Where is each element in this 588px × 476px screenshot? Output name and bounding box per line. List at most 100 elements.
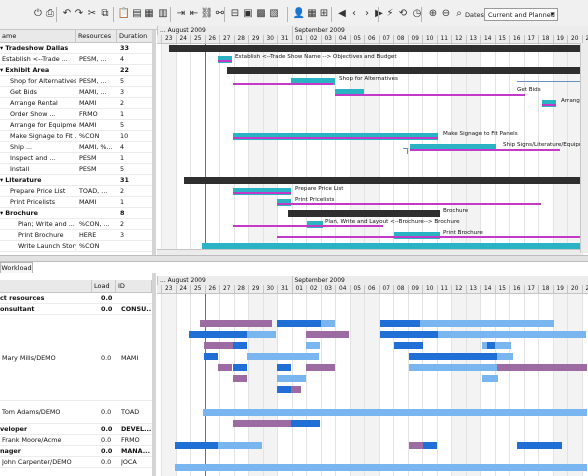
resource-row[interactable]: onsultant 0.0 CONSU...	[0, 304, 152, 315]
workload-bar[interactable]	[409, 364, 497, 371]
workload-bar[interactable]	[277, 386, 291, 393]
summary-bar[interactable]	[288, 210, 440, 217]
workload-bar[interactable]	[423, 442, 437, 449]
workload-bar[interactable]	[409, 442, 423, 449]
baseline-bar[interactable]	[335, 94, 525, 96]
task-icon[interactable]: ▤	[131, 8, 143, 20]
task-row[interactable]: Make Signage to Fit ... %CON 10	[0, 131, 152, 142]
workload-bar[interactable]	[380, 320, 420, 327]
expand-toggle-icon[interactable]: ▾	[0, 209, 3, 217]
next-icon[interactable]: ›	[361, 8, 373, 20]
workload-bar[interactable]	[306, 342, 320, 349]
baseline-bar[interactable]	[277, 236, 588, 238]
link-icon[interactable]: ⛓	[201, 8, 214, 20]
cut-icon[interactable]: ✂	[86, 8, 98, 20]
workload-bar[interactable]	[189, 331, 247, 338]
workload-bar[interactable]	[394, 342, 423, 349]
previous-icon[interactable]: ‹	[348, 8, 360, 20]
resource-row[interactable]: veloper 0.0 DEVEL...	[0, 424, 152, 435]
workload-bar[interactable]	[200, 320, 272, 327]
workload-bar[interactable]	[277, 364, 291, 371]
back-icon[interactable]: ◀	[336, 8, 348, 20]
task-row[interactable]: Get Bids MAMI, ... 3	[0, 87, 152, 98]
print-icon[interactable]: ⎙	[44, 8, 56, 20]
workload-bar[interactable]	[380, 331, 438, 338]
task-row[interactable]: Prepare Price List TOAD, ... 2	[0, 186, 152, 197]
resource-row[interactable]: Mary Mills/DEMO 0.0 MAMI	[0, 315, 152, 401]
workload-bar[interactable]	[175, 442, 218, 449]
workload-bar[interactable]	[175, 464, 587, 471]
insert-task-icon[interactable]: ▦	[143, 8, 155, 20]
workload-bar[interactable]	[204, 353, 218, 360]
column-header-resources[interactable]: Resources	[76, 30, 117, 43]
workload-bar[interactable]	[321, 320, 335, 327]
workload-bar[interactable]	[204, 342, 233, 349]
zoom-in-icon[interactable]: ⊕	[427, 8, 439, 20]
notes-icon[interactable]: ▧	[268, 8, 280, 20]
column-header-resource-name[interactable]	[0, 280, 92, 293]
workload-bar[interactable]	[438, 331, 586, 338]
workload-bar[interactable]	[487, 342, 495, 349]
task-row[interactable]: Order Show ... FRMO 1	[0, 109, 152, 120]
assign-icon[interactable]: ▦	[306, 8, 318, 20]
baseline-bar[interactable]	[233, 137, 438, 139]
baseline-bar[interactable]	[233, 192, 291, 194]
tab-workload[interactable]: Workload	[0, 262, 33, 273]
zoom-out-icon[interactable]: ⊖	[440, 8, 452, 20]
calendar-icon[interactable]: ▣	[242, 8, 254, 20]
delete-task-icon[interactable]: ▥	[157, 8, 169, 20]
workload-bar[interactable]	[497, 364, 587, 371]
split-icon[interactable]: ⊟	[229, 8, 241, 20]
workload-bar[interactable]	[497, 353, 513, 360]
workload-bar[interactable]	[291, 420, 320, 427]
task-row[interactable]: ▾ Exhibit Area 22	[0, 65, 152, 76]
baseline-bar[interactable]	[277, 203, 541, 205]
task-row[interactable]: Arrange for Equipment MAMI 5	[0, 120, 152, 131]
workload-bar[interactable]	[247, 353, 319, 360]
task-row[interactable]: Inspect and ... PESM 1	[0, 153, 152, 164]
baseline-bar[interactable]	[233, 83, 333, 85]
workload-bar[interactable]	[306, 364, 335, 371]
workload-bar[interactable]	[233, 342, 247, 349]
workload-bar[interactable]	[175, 464, 203, 471]
workload-bar[interactable]	[277, 375, 306, 382]
column-header-duration[interactable]: Duration	[117, 30, 153, 43]
workload-bar[interactable]	[517, 442, 562, 449]
paste-icon[interactable]: 📋	[118, 8, 130, 20]
workload-bar[interactable]	[482, 375, 498, 382]
task-row[interactable]: Write Launch Story %CON	[0, 241, 152, 252]
resource-icon[interactable]: 👤	[293, 8, 305, 20]
baseline-bar[interactable]	[218, 60, 232, 62]
expand-toggle-icon[interactable]: ▾	[0, 44, 3, 52]
properties-icon[interactable]: ▩	[255, 8, 267, 20]
save-icon[interactable]: ⏻	[32, 8, 44, 20]
summary-bar[interactable]	[227, 67, 587, 74]
column-header-name[interactable]: ame	[0, 30, 76, 43]
scroll-to-task-icon[interactable]: ⊞	[318, 8, 330, 20]
workload-bar[interactable]	[335, 331, 349, 338]
critical-path-icon[interactable]: ⚡	[384, 8, 396, 20]
summary-bar[interactable]	[169, 45, 588, 52]
task-row[interactable]: Ship ... MAMI, %... 4	[0, 142, 152, 153]
task-row[interactable]: Establish <--Trade ... PESM, ... 4	[0, 54, 152, 65]
zoom-fit-icon[interactable]: ⌕	[453, 8, 465, 20]
workload-bar[interactable]	[203, 409, 587, 416]
workload-bar[interactable]	[218, 442, 262, 449]
resource-row[interactable]: Tom Adams/DEMO 0.0 TOAD	[0, 401, 152, 424]
history-icon[interactable]: ⟲	[397, 8, 409, 20]
baseline-bar[interactable]	[542, 104, 556, 106]
workload-splitter[interactable]	[152, 273, 156, 476]
task-row[interactable]: Print Pricelists MAMI 1	[0, 197, 152, 208]
expand-toggle-icon[interactable]: ▾	[0, 66, 3, 74]
column-header-id[interactable]: ID	[116, 280, 152, 293]
task-row[interactable]: Install PESM 5	[0, 164, 152, 175]
redo-icon[interactable]: ↷	[73, 8, 85, 20]
workload-bar[interactable]	[233, 375, 247, 382]
workload-bar[interactable]	[247, 331, 276, 338]
splitter[interactable]	[152, 30, 156, 255]
resource-row[interactable]: John Carpenter/DEMO 0.0 JOCA	[0, 457, 152, 468]
workload-bar[interactable]	[306, 331, 335, 338]
workload-bar[interactable]	[233, 420, 291, 427]
resource-row[interactable]: Frank Moore/Acme 0.0 FRMO	[0, 435, 152, 446]
workload-bar[interactable]	[277, 320, 321, 327]
